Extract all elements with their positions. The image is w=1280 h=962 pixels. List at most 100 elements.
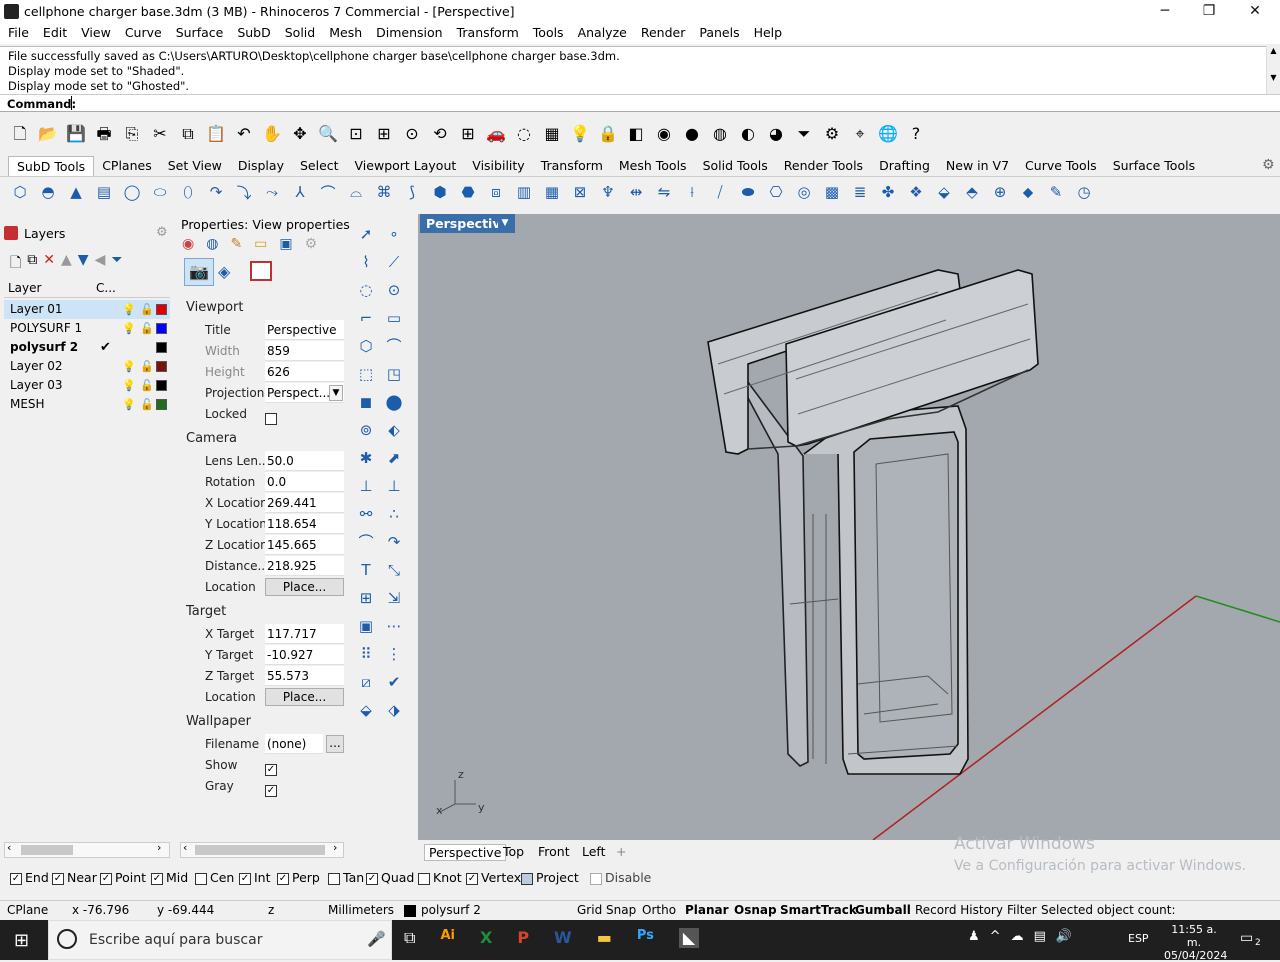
properties-hscrollbar[interactable]: ‹ › bbox=[180, 841, 344, 858]
side-tool-icon[interactable]: ⬡ bbox=[354, 334, 378, 358]
perspective-viewport[interactable]: z y x bbox=[418, 214, 1280, 840]
microphone-icon[interactable]: 🎤 bbox=[367, 930, 386, 948]
minimize-button[interactable]: ─ bbox=[1142, 0, 1188, 24]
material-icon[interactable]: ◍ bbox=[206, 236, 218, 252]
osnap-checkbox[interactable] bbox=[521, 872, 533, 885]
globe-icon[interactable]: 🌐 bbox=[876, 122, 900, 146]
menu-view[interactable]: View bbox=[74, 24, 118, 42]
command-input[interactable] bbox=[71, 96, 72, 110]
move-left-icon[interactable]: ◀ bbox=[95, 252, 106, 276]
lock-icon[interactable]: 🔓 bbox=[140, 376, 154, 395]
add-viewport-icon[interactable]: + bbox=[616, 844, 626, 859]
photoshop-icon[interactable]: Ps bbox=[637, 928, 654, 948]
bulb-icon[interactable]: 💡 bbox=[122, 319, 136, 338]
osnap-checkbox[interactable]: ✓ bbox=[277, 872, 289, 885]
lock-icon[interactable]: 🔓 bbox=[140, 357, 154, 376]
side-tool-icon[interactable]: ⬗ bbox=[382, 698, 406, 722]
ztarget-field[interactable]: 55.573 bbox=[265, 666, 344, 686]
side-tool-icon[interactable]: ⋮ bbox=[382, 642, 406, 666]
camera-place-button[interactable]: Place... bbox=[265, 578, 344, 596]
cloud-icon[interactable]: ☁ bbox=[1011, 929, 1024, 944]
filter-toggle[interactable]: Filter bbox=[1007, 903, 1037, 917]
grid-icon[interactable]: ▦ bbox=[540, 122, 564, 146]
panel-settings-icon[interactable]: ⚙ bbox=[156, 225, 168, 240]
subd-tool-icon[interactable]: ⬘ bbox=[960, 180, 984, 204]
layer-color-swatch[interactable] bbox=[156, 399, 167, 410]
subd-tool-icon[interactable]: ⤵ bbox=[232, 180, 256, 204]
subd-tool-icon[interactable]: ⬥ bbox=[1016, 180, 1040, 204]
subd-tool-icon[interactable]: ✎ bbox=[1044, 180, 1068, 204]
side-tool-icon[interactable]: ⊙ bbox=[382, 278, 406, 302]
side-tool-icon[interactable]: ⌐ bbox=[354, 306, 378, 330]
side-tool-icon[interactable]: ⧄ bbox=[354, 670, 378, 694]
color-wheel-icon[interactable]: ◉ bbox=[182, 236, 194, 252]
side-tool-icon[interactable]: ⊚ bbox=[354, 418, 378, 442]
render-settings-icon[interactable]: ◈ bbox=[218, 262, 230, 281]
units-label[interactable]: Millimeters bbox=[328, 903, 394, 917]
tab-cplanes[interactable]: CPlanes bbox=[94, 156, 160, 176]
side-tool-icon[interactable]: ⬈ bbox=[382, 446, 406, 470]
menu-tools[interactable]: Tools bbox=[526, 24, 571, 42]
layer-color-swatch[interactable] bbox=[156, 361, 167, 372]
filter-icon[interactable]: ⏷ bbox=[111, 252, 122, 276]
taskbar-search-box[interactable]: Escribe aquí para buscar 🎤 bbox=[48, 920, 392, 960]
subd-tool-icon[interactable]: ◎ bbox=[792, 180, 816, 204]
smarttrack-toggle[interactable]: SmartTrack bbox=[780, 903, 857, 917]
layer-row[interactable]: POLYSURF 1 💡 🔓 bbox=[4, 319, 170, 338]
osnap-checkbox[interactable]: ✓ bbox=[10, 872, 22, 885]
menu-subd[interactable]: SubD bbox=[230, 24, 277, 42]
layer-icon[interactable]: ◧ bbox=[624, 122, 648, 146]
layer-color-swatch[interactable] bbox=[156, 342, 167, 353]
tab-subd-tools[interactable]: SubD Tools bbox=[8, 156, 95, 176]
osnap-cen[interactable]: Cen bbox=[195, 870, 234, 885]
osnap-checkbox[interactable]: ✓ bbox=[239, 872, 251, 885]
language-indicator[interactable]: ESP bbox=[1128, 932, 1149, 945]
lens-field[interactable]: 50.0 bbox=[265, 451, 344, 471]
bulb-icon[interactable]: 💡 bbox=[122, 357, 136, 376]
subd-tool-icon[interactable]: ⅄ bbox=[288, 180, 312, 204]
distance-field[interactable]: 218.925 bbox=[265, 556, 344, 576]
save-icon[interactable]: 💾 bbox=[64, 122, 88, 146]
menu-surface[interactable]: Surface bbox=[169, 24, 231, 42]
ortho-toggle[interactable]: Ortho bbox=[642, 903, 676, 917]
osnap-checkbox[interactable]: ✓ bbox=[151, 872, 163, 885]
car-icon[interactable]: 🚗 bbox=[484, 122, 508, 146]
subd-tool-icon[interactable]: ⬣ bbox=[456, 180, 480, 204]
file-explorer-icon[interactable]: ▬ bbox=[597, 928, 612, 948]
illustrator-icon[interactable]: Ai bbox=[440, 928, 455, 948]
tray-chevron-icon[interactable]: ^ bbox=[990, 929, 1001, 944]
menu-curve[interactable]: Curve bbox=[118, 24, 169, 42]
new-sublayer-icon[interactable]: ⧉ bbox=[27, 252, 37, 276]
osnap-point[interactable]: ✓ Point bbox=[100, 870, 146, 885]
osnap-toggle[interactable]: Osnap bbox=[734, 903, 777, 917]
rotation-field[interactable]: 0.0 bbox=[265, 472, 344, 492]
current-layer-check-icon[interactable]: ✔ bbox=[100, 338, 111, 357]
help-icon[interactable]: ? bbox=[904, 122, 928, 146]
side-tool-icon[interactable]: ✱ bbox=[354, 446, 378, 470]
side-tool-icon[interactable]: ⬚ bbox=[354, 362, 378, 386]
osnap-vertex[interactable]: ✓ Vertex bbox=[466, 870, 521, 885]
word-icon[interactable]: W bbox=[554, 928, 572, 948]
material-sphere-icon[interactable]: ◕ bbox=[764, 122, 788, 146]
subd-tool-icon[interactable]: ↷ bbox=[204, 180, 228, 204]
title-field[interactable]: Perspective bbox=[265, 320, 344, 340]
xloc-field[interactable]: 269.441 bbox=[265, 493, 344, 513]
camera-view-icon[interactable]: 📷 bbox=[184, 258, 214, 286]
zoom-icon[interactable]: 🔍 bbox=[316, 122, 340, 146]
subd-tool-icon[interactable]: ⌓ bbox=[344, 180, 368, 204]
subd-tool-icon[interactable]: ⬢ bbox=[428, 180, 452, 204]
osnap-checkbox[interactable]: ✓ bbox=[366, 872, 378, 885]
print-icon[interactable]: 🖶 bbox=[92, 122, 116, 146]
osnap-checkbox[interactable]: ✓ bbox=[52, 872, 64, 885]
subd-tool-icon[interactable]: ▦ bbox=[540, 180, 564, 204]
subd-tool-icon[interactable]: ♆ bbox=[596, 180, 620, 204]
side-tool-icon[interactable]: ⇲ bbox=[382, 586, 406, 610]
volume-icon[interactable]: 🔊 bbox=[1056, 929, 1072, 944]
osnap-project[interactable]: Project bbox=[521, 870, 579, 885]
side-tool-icon[interactable]: ⊥ bbox=[354, 474, 378, 498]
subd-tool-icon[interactable]: ⌘ bbox=[372, 180, 396, 204]
subd-tool-icon[interactable]: ⧈ bbox=[484, 180, 508, 204]
current-layer-label[interactable]: polysurf 2 bbox=[421, 903, 481, 917]
tab-visibility[interactable]: Visibility bbox=[464, 156, 532, 176]
chevron-down-icon[interactable]: ▼ bbox=[329, 385, 343, 401]
